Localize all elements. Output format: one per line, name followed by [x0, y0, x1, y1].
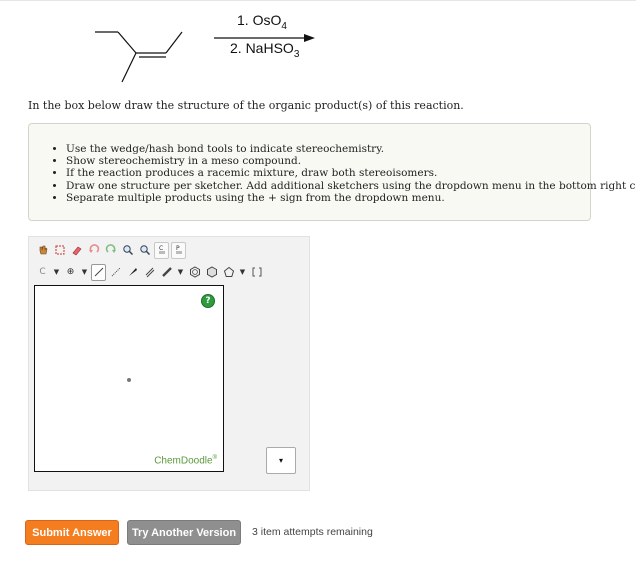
chemdoodle-sketcher: C P C ▼ ⊕ ▼ ▼ ▼ ? ChemDoodle® ▾ — [28, 236, 310, 491]
hints-list: Use the wedge/hash bond tools to indicat… — [66, 143, 636, 204]
undo-icon[interactable] — [86, 242, 101, 259]
hint-item: Show stereochemistry in a meso compound. — [66, 155, 636, 167]
try-another-version-button[interactable]: Try Another Version — [127, 520, 241, 545]
hash-bond-icon[interactable] — [108, 264, 123, 281]
svg-text:C: C — [159, 245, 163, 252]
hint-item: Use the wedge/hash bond tools to indicat… — [66, 143, 636, 155]
eraser-icon[interactable] — [69, 242, 84, 259]
double-bond-icon[interactable] — [142, 264, 157, 281]
help-icon[interactable]: ? — [201, 294, 215, 308]
add-sketcher-dropdown[interactable]: ▾ — [266, 447, 296, 474]
zoom-in-icon[interactable] — [120, 242, 135, 259]
question-instruction: In the box below draw the structure of t… — [28, 99, 464, 112]
triple-bond-icon[interactable] — [159, 264, 174, 281]
zoom-out-icon[interactable] — [137, 242, 152, 259]
drawing-canvas[interactable]: ? ChemDoodle® — [34, 285, 224, 472]
reagent-step-1: 1. OsO4 — [237, 12, 287, 32]
sketcher-toolbar-row-2: C ▼ ⊕ ▼ ▼ ▼ — [35, 263, 264, 281]
submit-answer-button[interactable]: Submit Answer — [25, 520, 119, 545]
svg-text:P: P — [176, 245, 180, 252]
benzene-ring-icon[interactable] — [187, 264, 202, 281]
hints-box: Use the wedge/hash bond tools to indicat… — [28, 123, 636, 221]
top-divider — [0, 0, 636, 1]
charge-button[interactable]: ⊕ — [63, 264, 78, 281]
redo-icon[interactable] — [103, 242, 118, 259]
hexagon-ring-icon[interactable] — [204, 264, 219, 281]
paste-icon[interactable]: P — [171, 241, 186, 259]
reactant-structure — [95, 31, 183, 83]
chemdoodle-logo: ChemDoodle® — [154, 454, 217, 466]
hint-item: If the reaction produces a racemic mixtu… — [66, 167, 636, 179]
lasso-icon[interactable] — [52, 242, 67, 259]
chevron-down-icon[interactable]: ▼ — [80, 264, 89, 281]
hint-item: Separate multiple products using the + s… — [66, 192, 636, 204]
pentagon-ring-icon[interactable] — [221, 264, 236, 281]
chevron-down-icon[interactable]: ▼ — [176, 264, 185, 281]
single-bond-icon[interactable] — [91, 263, 106, 281]
hand-icon[interactable] — [35, 242, 50, 259]
chevron-down-icon[interactable]: ▼ — [52, 264, 61, 281]
wedge-bond-icon[interactable] — [125, 264, 140, 281]
attempts-remaining: 3 item attempts remaining — [252, 526, 373, 538]
chevron-down-icon[interactable]: ▼ — [238, 264, 247, 281]
sketcher-toolbar-row-1: C P — [35, 241, 186, 259]
hint-item: Draw one structure per sketcher. Add add… — [66, 180, 636, 192]
canvas-center-dot — [127, 378, 131, 382]
bracket-icon[interactable] — [249, 264, 264, 281]
element-carbon-button[interactable]: C — [35, 264, 50, 281]
copy-icon[interactable]: C — [154, 241, 169, 259]
reagent-step-2: 2. NaHSO3 — [230, 40, 300, 60]
